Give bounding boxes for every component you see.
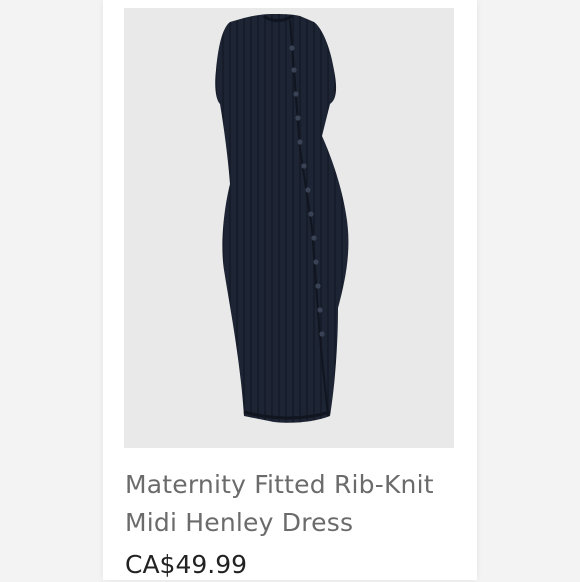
product-image[interactable] — [124, 8, 454, 448]
product-price: CA$49.99 — [125, 550, 248, 579]
product-name[interactable]: Maternity Fitted Rib-Knit Midi Henley Dr… — [125, 466, 455, 542]
dress-illustration — [215, 14, 349, 423]
product-card[interactable]: Maternity Fitted Rib-Knit Midi Henley Dr… — [103, 0, 477, 580]
